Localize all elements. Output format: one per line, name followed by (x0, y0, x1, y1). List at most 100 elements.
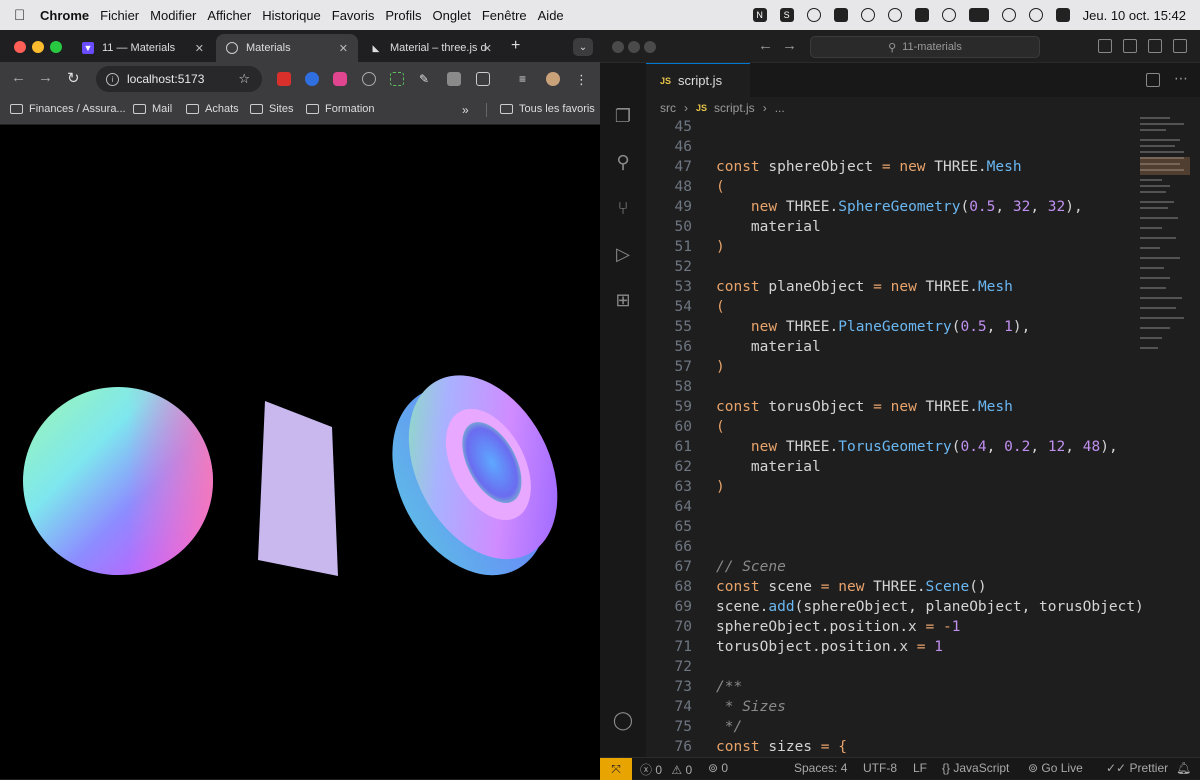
ports-status[interactable]: ⊚ 0 (708, 761, 728, 775)
code-editor[interactable]: 45 46 47 const sphereObject = new THREE.Mes… (646, 117, 1200, 757)
chrome-menu-icon[interactable]: ⋮ (575, 72, 589, 87)
code-line[interactable]: 61 new THREE.TorusGeometry(0.4, 0.2, 12,… (646, 437, 1186, 457)
notifications-bell-icon[interactable]: 🔔︎ (1176, 761, 1191, 775)
menu-onglet[interactable]: Onglet (433, 8, 471, 23)
code-line[interactable]: 57) (646, 357, 1186, 377)
all-bookmarks-folder[interactable]: Tous les favoris (500, 103, 595, 115)
code-text[interactable]: torusObject.position.x = 1 (716, 637, 943, 657)
eyedropper-icon[interactable]: ✎ (419, 72, 433, 86)
menu-profils[interactable]: Profils (385, 8, 421, 23)
ublock-extension-icon[interactable] (277, 72, 291, 86)
explorer-icon[interactable]: ❐ (612, 105, 634, 127)
battery-icon[interactable] (968, 8, 989, 22)
git-icon[interactable] (887, 8, 902, 22)
tab-script-js[interactable]: JS script.js (646, 63, 750, 97)
code-text[interactable]: * Sizes (716, 697, 786, 717)
go-live-button[interactable]: ⊚ Go Live (1028, 761, 1083, 775)
code-line[interactable]: 51) (646, 237, 1186, 257)
code-text[interactable]: ) (716, 357, 725, 377)
code-line[interactable]: 75 */ (646, 717, 1186, 737)
code-text[interactable]: ( (716, 177, 725, 197)
code-text[interactable]: scene.add(sphereObject, planeObject, tor… (716, 597, 1144, 617)
notion-icon[interactable]: N (752, 8, 767, 22)
code-line[interactable]: 47 const sphereObject = new THREE.Mesh (646, 157, 1186, 177)
play-icon[interactable] (941, 8, 956, 22)
control-center-icon[interactable] (1055, 8, 1070, 22)
close-tab-icon[interactable]: ✕ (339, 42, 348, 55)
minimize-window-button[interactable] (628, 41, 640, 53)
code-line[interactable]: 59 const torusObject = new THREE.Mesh (646, 397, 1186, 417)
minimize-window-button[interactable] (32, 41, 44, 53)
code-text[interactable]: */ (716, 717, 742, 737)
code-text[interactable]: // Scene (716, 557, 786, 577)
more-actions-icon[interactable]: ⋯ (1174, 70, 1188, 87)
bookmark-star-icon[interactable]: ☆ (238, 71, 250, 87)
code-line[interactable]: 64 (646, 497, 1186, 517)
close-window-button[interactable] (14, 41, 26, 53)
menu-aide[interactable]: Aide (538, 8, 564, 23)
breadcrumb-more[interactable]: ... (775, 101, 785, 115)
more-bookmarks-chevron-icon[interactable]: » (462, 103, 469, 117)
url-text[interactable]: localhost:5173 (127, 72, 204, 86)
back-arrow-icon[interactable]: ← (11, 69, 26, 86)
zoom-window-button[interactable] (50, 41, 62, 53)
reading-list-icon[interactable]: ≡ (519, 72, 533, 86)
s-app-icon[interactable]: S (779, 8, 794, 22)
code-line[interactable]: 56 material (646, 337, 1186, 357)
extension-6-icon[interactable] (447, 72, 461, 86)
code-line[interactable]: 71 torusObject.position.x = 1 (646, 637, 1186, 657)
language-mode-status[interactable]: {} JavaScript (942, 761, 1009, 775)
code-line[interactable]: 54 ( (646, 297, 1186, 317)
account-icon[interactable]: ◯ (612, 709, 634, 731)
close-tab-icon[interactable]: ✕ (483, 42, 492, 55)
menu-fichier[interactable]: Fichier (100, 8, 139, 23)
encoding-status[interactable]: UTF-8 (863, 761, 897, 775)
extension-3-icon[interactable] (333, 72, 347, 86)
wifi-icon[interactable] (1001, 8, 1016, 22)
forward-arrow-icon[interactable]: → (38, 69, 53, 86)
zoom-window-button[interactable] (644, 41, 656, 53)
toggle-sidebar-icon[interactable] (1098, 39, 1112, 53)
code-line[interactable]: 45 (646, 117, 1186, 137)
search-icon[interactable]: ⚲ (612, 151, 634, 173)
profile-avatar[interactable] (546, 72, 560, 86)
breadcrumb-file[interactable]: script.js (714, 101, 755, 115)
menu-favoris[interactable]: Favoris (332, 8, 375, 23)
code-text[interactable]: const scene = new THREE.Scene() (716, 577, 987, 597)
clip-icon[interactable] (860, 8, 875, 22)
problems-status[interactable]: ⓧ 0 ⚠ 0 (640, 761, 692, 778)
screenshot-extension-icon[interactable] (390, 72, 404, 86)
code-line[interactable]: 50 material (646, 217, 1186, 237)
code-line[interactable]: 49 new THREE.SphereGeometry(0.5, 32, 32)… (646, 197, 1186, 217)
back-arrow-icon[interactable]: ← (758, 37, 773, 54)
code-line[interactable]: 58 (646, 377, 1186, 397)
code-line[interactable]: 60 ( (646, 417, 1186, 437)
code-text[interactable]: ) (716, 477, 725, 497)
code-line[interactable]: 68 const scene = new THREE.Scene() (646, 577, 1186, 597)
close-window-button[interactable] (612, 41, 624, 53)
code-text[interactable]: const torusObject = new THREE.Mesh (716, 397, 1013, 417)
chrome-tab-2-active[interactable]: Materials ✕ (216, 34, 358, 62)
reload-icon[interactable]: ↻ (67, 69, 80, 87)
code-line[interactable]: 62 material (646, 457, 1186, 477)
menu-modifier[interactable]: Modifier (150, 8, 196, 23)
indentation-status[interactable]: Spaces: 4 (794, 761, 847, 775)
source-control-icon[interactable]: ⑂ (612, 197, 634, 219)
code-line[interactable]: 52 (646, 257, 1186, 277)
new-tab-button[interactable]: + (511, 37, 520, 55)
spotlight-search-icon[interactable] (1028, 8, 1043, 22)
address-bar[interactable]: i localhost:5173 ☆ (96, 66, 262, 92)
bookmark-folder[interactable]: Sites (250, 103, 293, 115)
run-debug-icon[interactable]: ▷ (612, 243, 634, 265)
code-text[interactable]: new THREE.TorusGeometry(0.4, 0.2, 12, 48… (716, 437, 1118, 457)
remote-indicator-icon[interactable]: ⤧ (600, 758, 632, 780)
menubar-clock[interactable]: Jeu. 10 oct. 15:42 (1083, 8, 1186, 23)
site-info-icon[interactable]: i (106, 72, 119, 86)
code-line[interactable]: 63) (646, 477, 1186, 497)
minimap[interactable] (1140, 117, 1190, 357)
bookmark-folder[interactable]: Mail (133, 103, 172, 115)
code-text[interactable]: ) (716, 237, 725, 257)
code-text[interactable]: material (716, 457, 821, 477)
code-line[interactable]: 69 scene.add(sphereObject, planeObject, t… (646, 597, 1186, 617)
code-line[interactable]: 53 const planeObject = new THREE.Mesh (646, 277, 1186, 297)
